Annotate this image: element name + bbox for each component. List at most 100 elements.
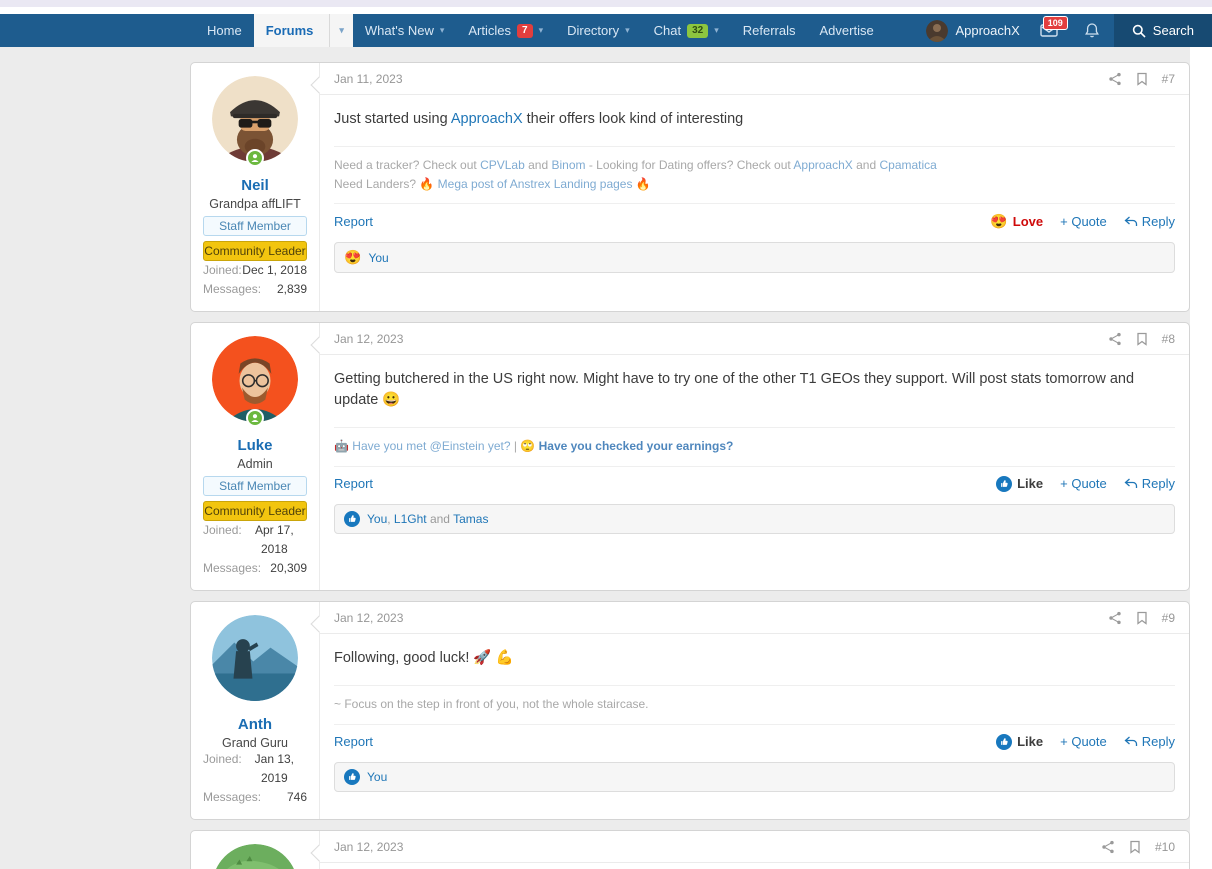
inbox-button[interactable]: 109 (1028, 14, 1070, 47)
share-icon[interactable] (1101, 840, 1115, 854)
articles-count-badge: 7 (517, 23, 533, 38)
report-link[interactable]: Report (334, 476, 373, 491)
signature-line: Need a tracker? Check out CPVLab and Bin… (334, 158, 937, 173)
reactions-bar[interactable]: You (334, 761, 1175, 792)
post-date[interactable]: Jan 12, 2023 (334, 332, 403, 346)
main-nav: Home Forums ▾ What's New ▾ Articles 7 ▾ … (0, 14, 1212, 47)
signature-line: ~ Focus on the step in front of you, not… (334, 697, 649, 712)
inline-link[interactable]: You (367, 512, 387, 526)
author-name[interactable]: Neil (191, 177, 319, 194)
author-name[interactable]: Anth (191, 716, 319, 733)
avatar-arif[interactable] (212, 844, 298, 869)
nav-articles[interactable]: Articles 7 ▾ (456, 14, 555, 47)
messages-row: Messages: 20,309 (203, 561, 307, 575)
inline-link[interactable]: ApproachX (451, 111, 523, 127)
post-number[interactable]: #8 (1162, 332, 1175, 346)
heart-eyes-emoji-icon: 😍 (990, 213, 1008, 230)
author-panel-arif: Arif Grand Guru Joined:Jun 1, 2018 Messa… (191, 831, 319, 869)
badge-community-leader: Community Leader (203, 241, 307, 261)
thread-posts: Neil Grandpa affLIFT Staff Member Commun… (190, 47, 1190, 869)
quote-button[interactable]: + Quote (1060, 214, 1107, 229)
bell-icon (1084, 23, 1099, 38)
reactors-list: You (368, 251, 388, 265)
reactors-list: You, L1Ght and Tamas (367, 511, 489, 526)
search-button[interactable]: Search (1113, 14, 1212, 47)
browser-top-strip (0, 0, 1212, 7)
author-name[interactable]: Luke (191, 437, 319, 454)
nav-forums[interactable]: Forums ▾ (253, 14, 353, 47)
nav-referrals[interactable]: Referrals (731, 14, 808, 47)
inline-link[interactable]: You (368, 251, 388, 265)
nav-whats-new[interactable]: What's New ▾ (353, 14, 456, 47)
inline-link[interactable]: Have you checked your earnings? (539, 439, 734, 453)
post-body: Jan 11, 2023 #7 Just started using Appro… (310, 63, 1189, 311)
post-date[interactable]: Jan 12, 2023 (334, 611, 403, 625)
share-icon[interactable] (1108, 72, 1122, 86)
joined-row: Joined: Jan 13, 2019 (203, 752, 295, 785)
inline-link[interactable]: CPVLab (480, 158, 525, 172)
reply-icon (1124, 736, 1137, 747)
post-date[interactable]: Jan 12, 2023 (334, 840, 403, 854)
share-icon[interactable] (1108, 332, 1122, 346)
thumbs-up-icon (996, 475, 1013, 492)
author-title: Grand Guru (221, 736, 288, 750)
quote-button[interactable]: + Quote (1060, 476, 1107, 491)
inbox-count-badge: 109 (1042, 16, 1068, 30)
like-button[interactable]: Like (996, 475, 1043, 492)
messages-row: Messages: 2,839 (203, 282, 307, 296)
reactions-bar[interactable]: 😍 You (334, 242, 1175, 274)
signature-line: 🤖 Have you met @Einstein yet? | 🙄 Have y… (334, 439, 734, 454)
bookmark-icon[interactable] (1136, 332, 1148, 346)
nav-chat[interactable]: Chat 32 ▾ (642, 14, 731, 47)
post-10: Arif Grand Guru Joined:Jun 1, 2018 Messa… (190, 830, 1190, 869)
author-panel-neil: Neil Grandpa affLIFT Staff Member Commun… (191, 63, 319, 311)
inline-link[interactable]: You (367, 770, 387, 784)
author-panel-luke: Luke Admin Staff Member Community Leader… (191, 323, 319, 590)
signature: Need a tracker? Check out CPVLab and Bin… (334, 146, 1175, 203)
inline-link[interactable]: L1Ght (394, 512, 427, 526)
nav-advertise[interactable]: Advertise (808, 14, 886, 47)
bookmark-icon[interactable] (1136, 611, 1148, 625)
post-body: Jan 12, 2023 #8 Getting butchered in the… (310, 323, 1189, 590)
signature: ~ Focus on the step in front of you, not… (334, 685, 1175, 724)
avatar-anth[interactable] (212, 615, 298, 701)
bookmark-icon[interactable] (1136, 72, 1148, 86)
joined-row: Joined: Apr 17, 2018 (203, 523, 294, 556)
inline-link[interactable]: Have you met @Einstein yet? (352, 439, 510, 453)
reactors-list: You (367, 770, 387, 784)
post-date[interactable]: Jan 11, 2023 (334, 72, 403, 86)
report-link[interactable]: Report (334, 734, 373, 749)
share-icon[interactable] (1108, 611, 1122, 625)
report-link[interactable]: Report (334, 214, 373, 229)
inline-link[interactable]: Binom (551, 158, 585, 172)
reply-button[interactable]: Reply (1124, 476, 1175, 491)
inline-link[interactable]: Cpamatica (879, 158, 936, 172)
thread-page: Neil Grandpa affLIFT Staff Member Commun… (0, 47, 1190, 869)
inline-link[interactable]: Mega post of Anstrex Landing pages (438, 177, 633, 191)
inline-link[interactable]: ApproachX (793, 158, 852, 172)
like-button[interactable]: Like (996, 733, 1043, 750)
author-title: Admin (237, 457, 273, 471)
quote-button[interactable]: + Quote (1060, 734, 1107, 749)
reply-icon (1124, 478, 1137, 489)
post-8: Luke Admin Staff Member Community Leader… (190, 322, 1190, 591)
joined-row: Joined: Dec 1, 2018 (203, 263, 307, 277)
post-number[interactable]: #10 (1155, 840, 1175, 854)
alerts-button[interactable] (1070, 14, 1114, 47)
nav-forums-dropdown[interactable]: ▾ (329, 14, 353, 47)
inline-link[interactable]: Tamas (453, 512, 488, 526)
badge-community-leader: Community Leader (203, 501, 307, 521)
account-menu[interactable]: ApproachX (918, 14, 1027, 47)
messages-row: Messages: 746 (203, 790, 307, 804)
bookmark-icon[interactable] (1129, 840, 1141, 854)
reply-button[interactable]: Reply (1124, 734, 1175, 749)
nav-directory[interactable]: Directory ▾ (555, 14, 642, 47)
reactions-bar[interactable]: You, L1Ght and Tamas (334, 503, 1175, 534)
love-button[interactable]: 😍 Love (990, 213, 1043, 230)
post-number[interactable]: #7 (1162, 72, 1175, 86)
user-avatar (926, 19, 949, 42)
post-number[interactable]: #9 (1162, 611, 1175, 625)
nav-home[interactable]: Home (195, 14, 254, 47)
page-top-strip (0, 7, 1212, 14)
reply-button[interactable]: Reply (1124, 214, 1175, 229)
